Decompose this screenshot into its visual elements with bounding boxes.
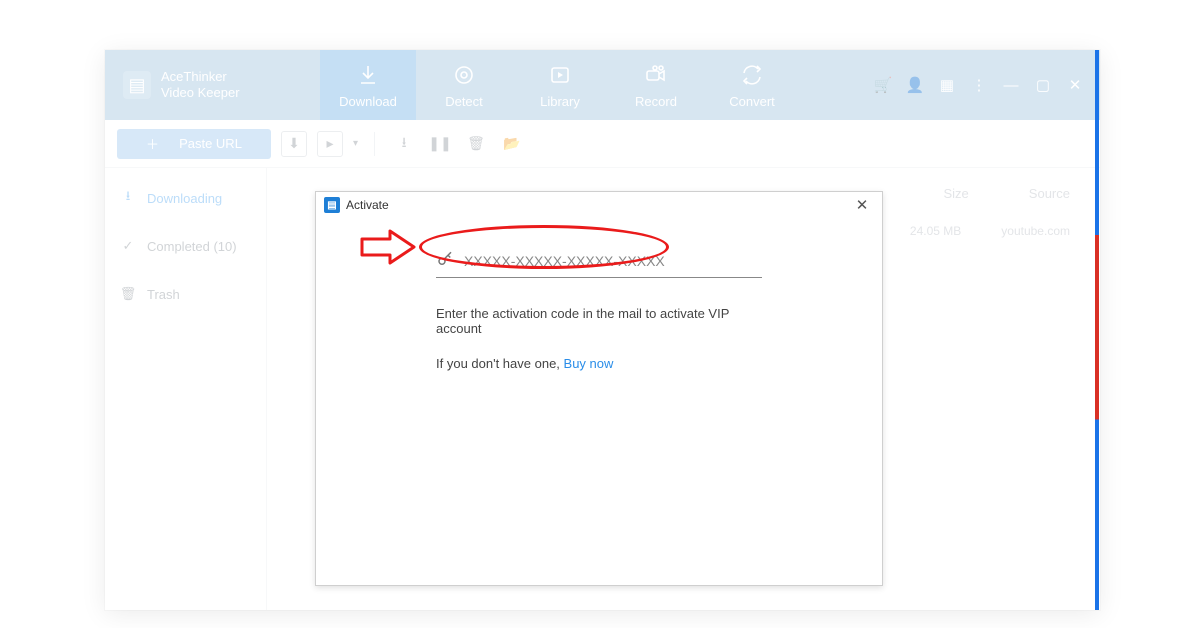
tab-convert-label: Convert	[729, 94, 775, 109]
no-code-prefix: If you don't have one,	[436, 356, 564, 371]
brand-edge-stripe	[1095, 50, 1099, 610]
brand-icon: ▤	[123, 71, 151, 99]
sidebar: ⭳ Downloading ✓ Completed (10) 🗑 Trash	[105, 168, 267, 610]
convert-icon	[739, 62, 765, 88]
main-tabs: Download Detect Library Record	[320, 50, 800, 120]
record-icon	[643, 62, 669, 88]
col-size: Size	[944, 186, 969, 201]
no-code-line: If you don't have one, Buy now	[436, 356, 762, 371]
toolbar-separator	[374, 132, 375, 156]
minimize-icon[interactable]: —	[1002, 76, 1020, 94]
folder-open-icon[interactable]: 📂	[499, 131, 525, 157]
table-row: 24.05 MB youtube.com	[910, 224, 1070, 238]
sidebar-item-completed[interactable]: ✓ Completed (10)	[105, 222, 266, 270]
close-window-icon[interactable]: ✕	[1066, 76, 1084, 94]
sidebar-item-downloading[interactable]: ⭳ Downloading	[105, 174, 266, 222]
trash-icon: 🗑	[119, 285, 137, 303]
sidebar-item-label: Downloading	[147, 191, 222, 206]
tab-library-label: Library	[540, 94, 580, 109]
dialog-title: Activate	[346, 198, 389, 212]
sidebar-item-trash[interactable]: 🗑 Trash	[105, 270, 266, 318]
close-icon[interactable]: ✕	[850, 193, 874, 217]
activate-dialog: ▤ Activate ✕ Enter the activation code i…	[315, 191, 883, 586]
tab-record-label: Record	[635, 94, 677, 109]
key-icon	[436, 250, 454, 271]
dialog-body: Enter the activation code in the mail to…	[316, 218, 882, 371]
download-icon	[355, 62, 381, 88]
cell-size: 24.05 MB	[910, 224, 961, 238]
cell-source: youtube.com	[1001, 224, 1070, 238]
tab-detect[interactable]: Detect	[416, 50, 512, 120]
brand-line1: AceThinker	[161, 69, 240, 85]
maximize-icon[interactable]: ▢	[1034, 76, 1052, 94]
grid-icon[interactable]: ▦	[938, 76, 956, 94]
tab-library[interactable]: Library	[512, 50, 608, 120]
activation-hint: Enter the activation code in the mail to…	[436, 306, 762, 336]
brand-block: ▤ AceThinker Video Keeper	[105, 50, 320, 120]
download-action-icon[interactable]: ⭳	[391, 131, 417, 157]
tab-record[interactable]: Record	[608, 50, 704, 120]
tab-convert[interactable]: Convert	[704, 50, 800, 120]
pause-icon[interactable]: ❚❚	[427, 131, 453, 157]
paste-url-label: Paste URL	[179, 136, 242, 151]
activation-code-row	[436, 246, 762, 278]
check-icon: ✓	[119, 237, 137, 255]
cart-icon[interactable]: 🛒	[874, 76, 892, 94]
window-controls: 🛒 👤 ▦ ⋮ — ▢ ✕	[858, 50, 1100, 120]
detect-icon	[451, 62, 477, 88]
user-icon[interactable]: 👤	[906, 76, 924, 94]
activation-code-input[interactable]	[464, 253, 724, 269]
col-source: Source	[1029, 186, 1070, 201]
paste-url-button[interactable]: ＋ Paste URL	[117, 129, 271, 159]
download-small-icon[interactable]: ⬇	[281, 131, 307, 157]
library-icon	[547, 62, 573, 88]
plus-icon: ＋	[146, 134, 159, 153]
more-icon[interactable]: ⋮	[970, 76, 988, 94]
dialog-app-icon: ▤	[324, 197, 340, 213]
brand-line2: Video Keeper	[161, 85, 240, 101]
trash-icon[interactable]: 🗑	[463, 131, 489, 157]
downloading-icon: ⭳	[119, 189, 137, 207]
tab-download[interactable]: Download	[320, 50, 416, 120]
dialog-header: ▤ Activate ✕	[316, 192, 882, 218]
brand-text: AceThinker Video Keeper	[161, 69, 240, 102]
sidebar-item-label: Trash	[147, 287, 180, 302]
chevron-down-icon[interactable]: ▾	[353, 138, 358, 149]
tab-detect-label: Detect	[445, 94, 483, 109]
play-download-icon[interactable]: ▸	[317, 131, 343, 157]
titlebar: ▤ AceThinker Video Keeper Download Detec…	[105, 50, 1100, 120]
tab-download-label: Download	[339, 94, 397, 109]
toolbar: ＋ Paste URL ⬇ ▸ ▾ ⭳ ❚❚ 🗑 📂	[105, 120, 1100, 168]
column-headers: Size Source	[944, 186, 1071, 201]
buy-now-link[interactable]: Buy now	[564, 356, 614, 371]
sidebar-item-label: Completed (10)	[147, 239, 237, 254]
